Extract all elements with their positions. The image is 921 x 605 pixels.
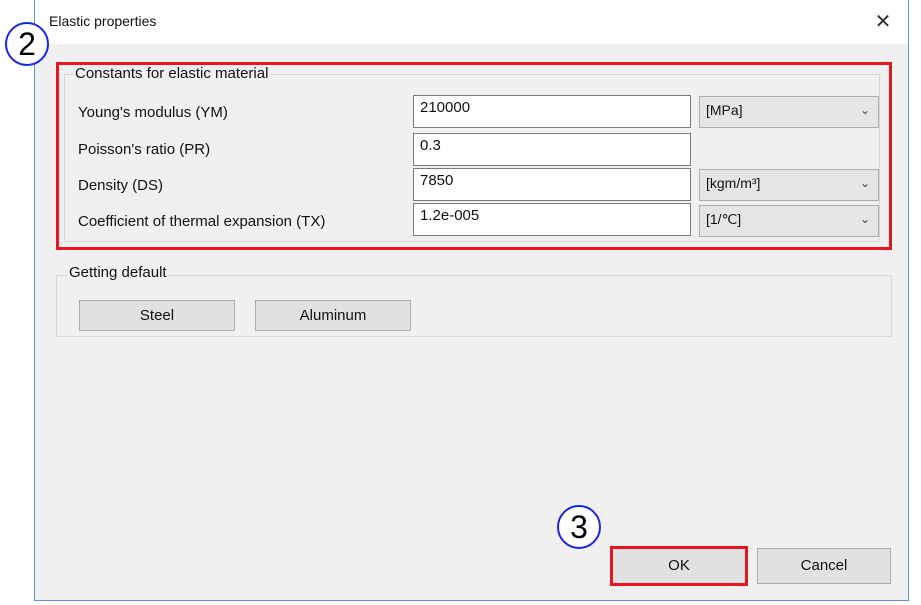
ok-button-highlight [610,546,748,586]
dialog-title: Elastic properties [49,13,157,29]
constants-highlight [56,62,892,250]
cancel-button[interactable]: Cancel [757,548,891,584]
title-bar: Elastic properties ✕ [35,0,908,44]
aluminum-button[interactable]: Aluminum [255,300,411,331]
close-icon[interactable]: ✕ [868,8,898,36]
step-3-callout: 3 [557,505,601,549]
steel-button[interactable]: Steel [79,300,235,331]
defaults-group-legend: Getting default [67,264,169,281]
elastic-properties-dialog: Elastic properties ✕ Constants for elast… [34,0,909,601]
step-2-callout: 2 [5,22,49,66]
